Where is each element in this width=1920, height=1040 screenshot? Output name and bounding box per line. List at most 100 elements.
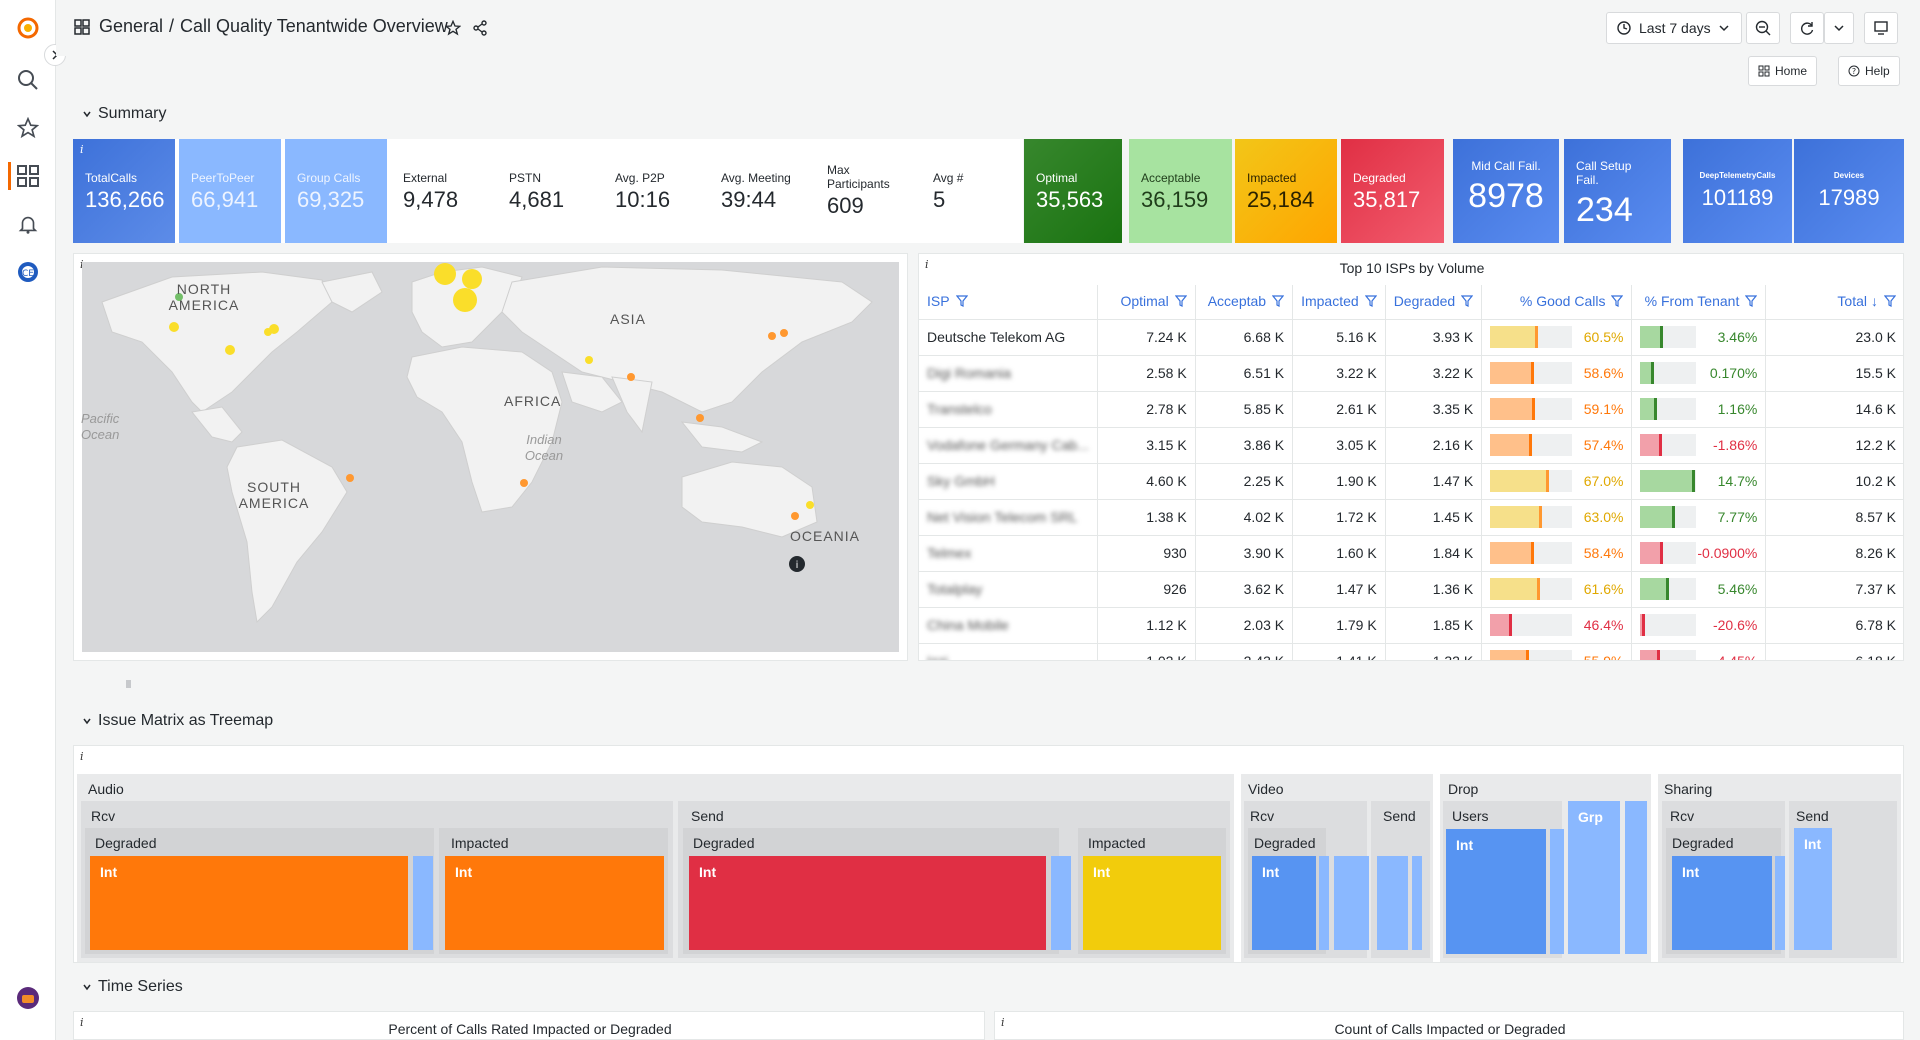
table-row[interactable]: Totalplay 926 3.62 K 1.47 K 1.36 K 61.6% 5.46%… xyxy=(919,571,1903,608)
stat-peertopeer[interactable]: PeerToPeer 66,941 xyxy=(179,139,281,243)
treemap-cell-video-rcv-degraded-int[interactable]: Int xyxy=(1252,856,1316,950)
world-map[interactable]: i xyxy=(82,262,899,652)
star-icon[interactable] xyxy=(14,114,42,142)
isp-cell-isp: Transtelco xyxy=(919,391,1098,428)
tv-mode-button[interactable] xyxy=(1864,12,1898,44)
table-row[interactable]: Deutsche Telekom AG 7.24 K 6.68 K 5.16 K 3.9… xyxy=(919,319,1903,356)
column-header-label: Acceptab xyxy=(1207,293,1267,310)
table-row[interactable]: Sky GmbH 4.60 K 2.25 K 1.90 K 1.47 K 67.0% 14.… xyxy=(919,463,1903,500)
treemap-cell[interactable] xyxy=(1051,856,1071,950)
cell-label: Int xyxy=(1804,836,1822,852)
gauge-bar xyxy=(1490,578,1573,600)
table-row[interactable]: Izzi 1.02 K 2.43 K 1.41 K 1.32 K 55.9% -4.45% 6… xyxy=(919,643,1903,660)
stat-avg-[interactable]: Avg # 5 xyxy=(921,139,1027,243)
search-icon[interactable] xyxy=(14,66,42,94)
home-link-button[interactable]: Home xyxy=(1748,56,1818,86)
treemap-sub-label: Impacted xyxy=(1088,835,1146,851)
isp-table-header: ISP Optimal Acceptab Impacted Degraded % Good… xyxy=(919,285,1903,320)
table-row[interactable]: Vodafone Germany Cab... 3.15 K 3.86 K 3.05 … xyxy=(919,427,1903,464)
treemap-sub-label: Send xyxy=(691,808,724,824)
stat-acceptable[interactable]: Acceptable 36,159 xyxy=(1129,139,1232,243)
table-row[interactable]: Telmex 930 3.90 K 1.60 K 1.84 K 58.4% -0.0900%… xyxy=(919,535,1903,572)
isp-col-header[interactable]: % From Tenant xyxy=(1631,285,1767,320)
treemap-cell[interactable] xyxy=(1377,856,1408,950)
treemap-cell-audio-rcv-impacted-int[interactable]: Int xyxy=(445,856,664,950)
stat-avg-meeting[interactable]: Avg. Meeting 39:44 xyxy=(709,139,815,243)
filter-icon[interactable] xyxy=(1745,294,1758,310)
stat-mid-call-fail-[interactable]: Mid Call Fail. 8978 xyxy=(1453,139,1559,243)
resize-handle[interactable] xyxy=(126,680,131,688)
stat-devices[interactable]: Devices 17989 xyxy=(1794,139,1904,243)
stat-call-setup-fail-[interactable]: Call Setup Fail. 234 xyxy=(1564,139,1671,243)
gauge-bar xyxy=(1490,470,1573,492)
help-link-button[interactable]: ? Help xyxy=(1838,56,1900,86)
treemap-cell[interactable] xyxy=(1334,856,1369,950)
treemap-cell[interactable] xyxy=(1625,801,1647,954)
stat-deeptelemetrycalls[interactable]: DeepTelemetryCalls 101189 xyxy=(1683,139,1792,243)
panel-info-icon[interactable]: i xyxy=(80,750,84,763)
refresh-button[interactable] xyxy=(1790,12,1824,44)
cell-label: Int xyxy=(100,864,118,880)
table-row[interactable]: China Mobile 1.12 K 2.03 K 1.79 K 1.85 K 46.4… xyxy=(919,607,1903,644)
column-header-label: Optimal xyxy=(1120,293,1169,310)
table-row[interactable]: Net Vision Telecom SRL 1.38 K 4.02 K 1.72 K… xyxy=(919,499,1903,536)
grafana-logo-icon[interactable] xyxy=(14,14,42,42)
row-treemap[interactable]: Issue Matrix as Treemap xyxy=(82,712,273,730)
cell-label: Int xyxy=(1093,864,1111,880)
share-icon[interactable] xyxy=(472,20,488,41)
isp-col-header[interactable]: Impacted xyxy=(1292,285,1386,320)
isp-cell-total: 23.0 K xyxy=(1765,319,1903,356)
stat-avg-p2p[interactable]: Avg. P2P 10:16 xyxy=(603,139,709,243)
treemap-cell-sharing-rcv-degraded-int[interactable]: Int xyxy=(1672,856,1772,950)
dashboards-icon[interactable] xyxy=(14,162,42,190)
isp-col-header[interactable]: Acceptab xyxy=(1195,285,1294,320)
treemap-cell-drop-users-int[interactable]: Int xyxy=(1446,829,1546,954)
time-range-picker[interactable]: Last 7 days xyxy=(1606,12,1742,44)
stat-max-participants[interactable]: Max Participants 609 xyxy=(815,139,921,243)
treemap-cell-audio-send-impacted-int[interactable]: Int xyxy=(1083,856,1221,950)
treemap-cell[interactable] xyxy=(1550,829,1564,954)
isp-col-header[interactable]: Degraded xyxy=(1385,285,1483,320)
stat-degraded[interactable]: Degraded 35,817 xyxy=(1341,139,1444,243)
breadcrumb-root[interactable]: General xyxy=(99,16,163,37)
gauge: 7.77% xyxy=(1640,506,1757,528)
user-avatar[interactable] xyxy=(14,984,42,1012)
page-title[interactable]: Call Quality Tenantwide Overview xyxy=(180,16,448,37)
stat-group-calls[interactable]: Group Calls 69,325 xyxy=(285,139,387,243)
stat-optimal[interactable]: Optimal 35,563 xyxy=(1024,139,1122,243)
filter-icon[interactable] xyxy=(1883,294,1897,310)
stat-totalcalls[interactable]: TotalCalls 136,266 xyxy=(73,139,175,243)
treemap-cell[interactable] xyxy=(1412,856,1422,950)
gauge-marker xyxy=(1691,470,1695,492)
filter-icon[interactable] xyxy=(1271,294,1285,310)
treemap-cell-audio-rcv-degraded-int[interactable]: Int xyxy=(90,856,408,950)
treemap-cell[interactable] xyxy=(413,856,433,950)
table-row[interactable]: Digi Romania 2.58 K 6.51 K 3.22 K 3.22 K 58.6… xyxy=(919,355,1903,392)
filter-icon[interactable] xyxy=(955,294,968,310)
filter-icon[interactable] xyxy=(1364,294,1377,310)
stat-external[interactable]: External 9,478 xyxy=(391,139,497,243)
treemap-cell[interactable] xyxy=(1319,856,1329,950)
plugin-icon[interactable]: CE xyxy=(14,258,42,286)
row-timeseries[interactable]: Time Series xyxy=(82,978,183,996)
row-summary[interactable]: Summary xyxy=(82,105,166,123)
treemap-cell[interactable] xyxy=(1775,856,1785,950)
treemap-cell-drop-grp[interactable]: Grp xyxy=(1568,801,1620,954)
isp-col-header[interactable]: % Good Calls xyxy=(1481,285,1633,320)
panel-info-icon[interactable]: i xyxy=(80,143,84,156)
refresh-interval-dropdown[interactable] xyxy=(1824,12,1854,44)
filter-icon[interactable] xyxy=(1611,294,1624,310)
isp-col-header[interactable]: Total ↓ xyxy=(1765,285,1903,320)
bell-icon[interactable] xyxy=(14,210,42,238)
zoom-out-button[interactable] xyxy=(1746,12,1780,44)
isp-col-header[interactable]: Optimal xyxy=(1097,285,1196,320)
stat-pstn[interactable]: PSTN 4,681 xyxy=(497,139,603,243)
isp-col-header[interactable]: ISP xyxy=(919,285,1098,320)
filter-icon[interactable] xyxy=(1460,294,1474,310)
stat-impacted[interactable]: Impacted 25,184 xyxy=(1235,139,1337,243)
favorite-star-icon[interactable] xyxy=(444,19,462,41)
filter-icon[interactable] xyxy=(1174,294,1187,310)
table-row[interactable]: Transtelco 2.78 K 5.85 K 2.61 K 3.35 K 59.1% 1… xyxy=(919,391,1903,428)
treemap-cell-sharing-send-int[interactable]: Int xyxy=(1794,828,1832,950)
treemap-cell-audio-send-degraded-int[interactable]: Int xyxy=(689,856,1046,950)
